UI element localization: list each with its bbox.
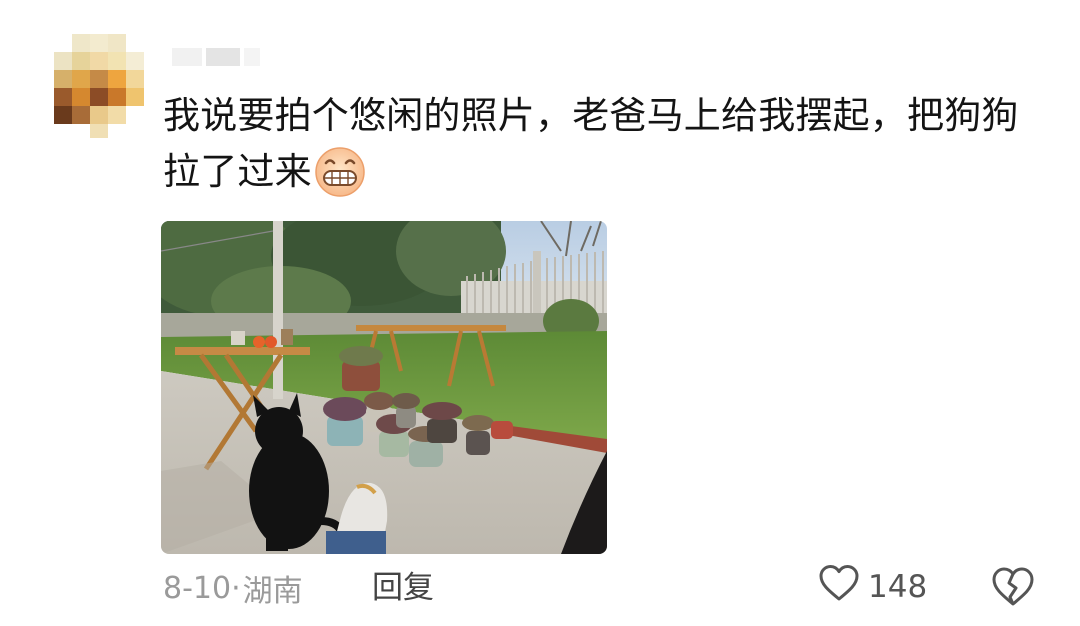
username[interactable] [172, 46, 260, 68]
reply-button[interactable]: 回复 [372, 566, 434, 610]
comment-item: 我说要拍个悠闲的照片，老爸马上给我摆起，把狗狗拉了过来 8-10 · 湖南 回复… [0, 0, 1080, 626]
like-button[interactable]: 148 [818, 564, 927, 610]
avatar[interactable] [54, 34, 144, 138]
broken-heart-icon [990, 567, 1036, 613]
comment-location: 湖南 [242, 574, 303, 609]
heart-icon [818, 563, 860, 611]
grinning-face-icon [314, 146, 366, 198]
meta-separator: · [231, 570, 241, 606]
like-count: 148 [868, 569, 928, 605]
dislike-button[interactable] [990, 565, 1036, 609]
comment-body: 我说要拍个悠闲的照片，老爸马上给我摆起，把狗狗拉了过来 [163, 94, 1019, 193]
comment-date: 8-10 [163, 570, 232, 606]
comment-photo[interactable] [161, 221, 607, 554]
comment-meta: 8-10 · 湖南 [163, 566, 303, 610]
comment-text: 我说要拍个悠闲的照片，老爸马上给我摆起，把狗狗拉了过来 [163, 88, 1043, 200]
